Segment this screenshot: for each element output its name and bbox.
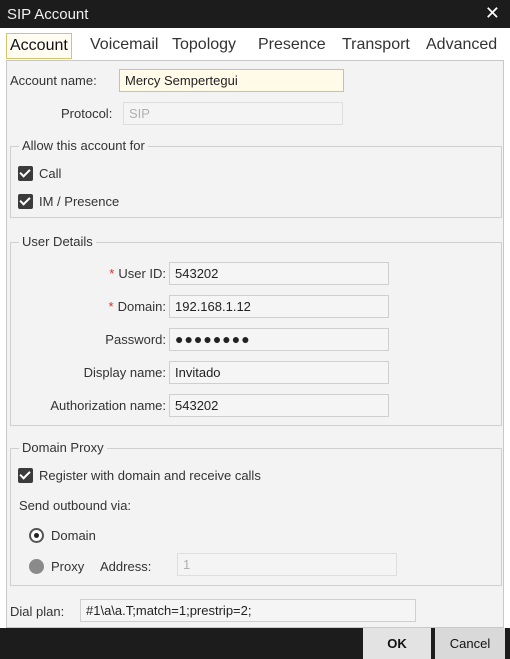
domain-field[interactable]: 192.168.1.12	[169, 295, 389, 318]
display-name-label: Display name:	[83, 365, 166, 380]
window-title: SIP Account	[7, 6, 89, 23]
domain-proxy-title: Domain Proxy	[19, 440, 107, 455]
account-panel: Account name: Mercy Sempertegui Protocol…	[6, 60, 504, 628]
allow-account-group: Allow this account for Call IM / Presenc…	[10, 138, 502, 218]
ok-button[interactable]: OK	[363, 628, 431, 659]
password-label: Password:	[105, 332, 166, 347]
tab-bar: Account Voicemail Topology Presence Tran…	[0, 28, 510, 60]
footer-bar: OK Cancel	[0, 628, 510, 659]
protocol-field: SIP	[123, 102, 343, 125]
domain-radio[interactable]	[29, 528, 44, 543]
user-id-field[interactable]: 543202	[169, 262, 389, 285]
tab-account[interactable]: Account	[6, 33, 72, 59]
dial-plan-field[interactable]: #1\a\a.T;match=1;prestrip=2;	[80, 599, 416, 622]
call-label: Call	[39, 166, 62, 181]
cancel-button[interactable]: Cancel	[435, 628, 505, 659]
proxy-radio[interactable]	[29, 559, 44, 574]
proxy-address-field: 1	[177, 553, 397, 576]
address-label: Address:	[100, 559, 152, 574]
im-presence-checkbox[interactable]	[18, 194, 33, 209]
password-field[interactable]: ●●●●●●●●	[169, 328, 389, 351]
close-icon[interactable]: ✕	[485, 3, 500, 24]
required-mark: *	[108, 299, 114, 314]
tab-presence[interactable]: Presence	[258, 33, 326, 59]
authorization-name-field[interactable]: 543202	[169, 394, 389, 417]
display-name-field[interactable]: Invitado	[169, 361, 389, 384]
user-details-title: User Details	[19, 234, 96, 249]
im-presence-label: IM / Presence	[39, 194, 120, 209]
send-outbound-label: Send outbound via:	[19, 498, 132, 513]
account-name-field[interactable]: Mercy Sempertegui	[119, 69, 344, 92]
register-checkbox[interactable]	[18, 468, 33, 483]
allow-account-title: Allow this account for	[19, 138, 148, 153]
tab-advanced[interactable]: Advanced	[426, 33, 497, 59]
required-mark: *	[109, 266, 115, 281]
dial-plan-label: Dial plan:	[10, 604, 65, 619]
domain-radio-label: Domain	[51, 528, 96, 543]
call-checkbox[interactable]	[18, 166, 33, 181]
tab-voicemail[interactable]: Voicemail	[90, 33, 158, 59]
title-bar: SIP Account ✕	[0, 0, 510, 28]
proxy-radio-label: Proxy	[51, 559, 85, 574]
register-label: Register with domain and receive calls	[39, 468, 261, 483]
protocol-label: Protocol:	[61, 106, 113, 121]
user-id-label: * User ID:	[109, 266, 166, 281]
tab-transport[interactable]: Transport	[342, 33, 410, 59]
authorization-name-label: Authorization name:	[50, 398, 166, 413]
tab-topology[interactable]: Topology	[172, 33, 236, 59]
domain-proxy-group: Domain Proxy Register with domain and re…	[10, 440, 502, 586]
domain-label: * Domain:	[108, 299, 166, 314]
account-name-label: Account name:	[10, 73, 97, 88]
user-details-group: User Details * User ID: 543202 * Domain: 1…	[10, 234, 502, 426]
